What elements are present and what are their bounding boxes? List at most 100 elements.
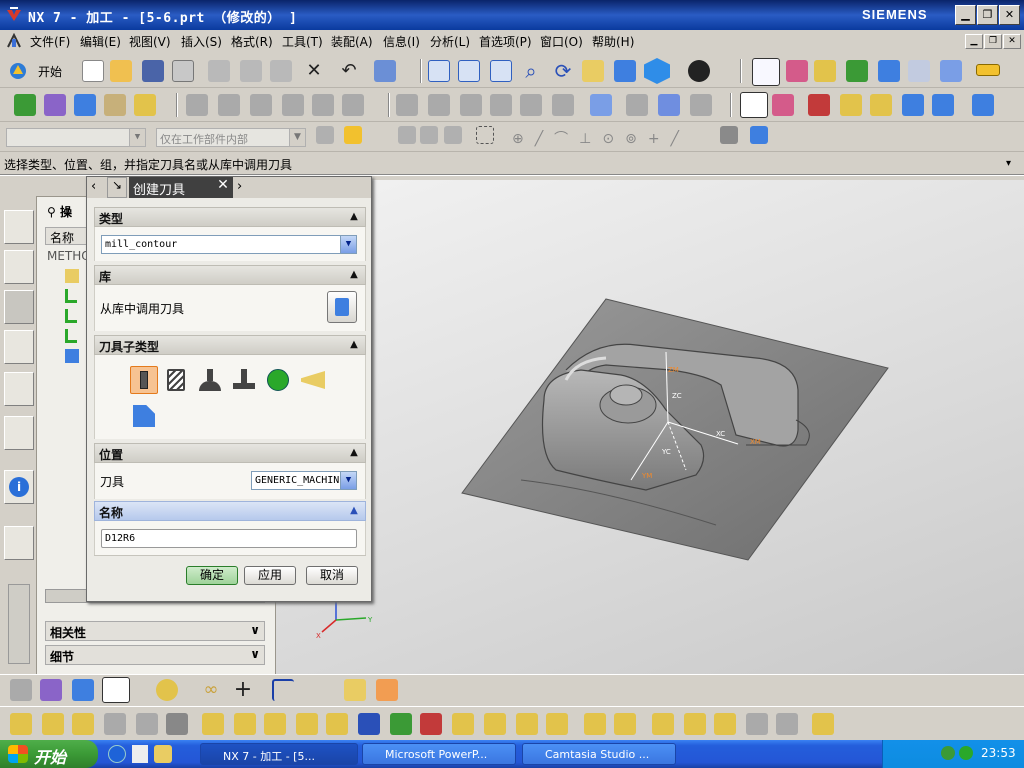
resource-operation-nav-icon[interactable] (4, 290, 34, 324)
feat-18-icon[interactable] (546, 713, 568, 735)
nav-details-panel[interactable]: 细节 ∨ (45, 645, 265, 665)
save-icon[interactable] (142, 60, 164, 82)
feat-9-icon[interactable] (264, 713, 286, 735)
new-file-icon[interactable] (82, 60, 104, 82)
section-subtype-header[interactable]: 刀具子类型 ▲ (94, 335, 366, 355)
filter-2-icon[interactable] (398, 126, 416, 144)
cut-icon[interactable] (208, 60, 230, 82)
op-tool-17-icon[interactable] (772, 94, 794, 116)
tool-parent-select[interactable]: GENERIC_MACHIN ▼ (251, 471, 357, 490)
resource-hd3d-icon[interactable] (4, 416, 34, 450)
geometry-icon[interactable] (74, 94, 96, 116)
feat-19-icon[interactable] (584, 713, 606, 735)
menu-info[interactable]: 信息(I) (383, 33, 420, 50)
feat-5-icon[interactable] (136, 713, 158, 735)
nav-related-panel[interactable]: 相关性 ∨ (45, 621, 265, 641)
subtype-mill-button[interactable] (130, 366, 158, 394)
op-tool-21-icon[interactable] (902, 94, 924, 116)
op-tool-5-icon[interactable] (312, 94, 334, 116)
filter-6-icon[interactable] (750, 126, 768, 144)
feat-26-icon[interactable] (812, 713, 834, 735)
tray-1-icon[interactable] (941, 746, 955, 760)
paste-icon[interactable] (270, 60, 292, 82)
bottom-tool-2-icon[interactable] (40, 679, 62, 701)
zoom-window-icon[interactable] (458, 60, 480, 82)
section-library-header[interactable]: 库 ▲ (94, 265, 366, 285)
program-icon[interactable] (14, 94, 36, 116)
print-icon[interactable] (172, 60, 194, 82)
nav-root-item[interactable]: METHO (47, 249, 91, 263)
op-tool-13-icon[interactable] (590, 94, 612, 116)
dialog-pin-icon[interactable]: ↘ (107, 177, 127, 198)
close-button[interactable]: ✕ (999, 5, 1020, 25)
feat-6-icon[interactable] (166, 713, 188, 735)
subtype-ball-mill-icon[interactable] (199, 369, 221, 391)
snap-point-icon[interactable] (344, 126, 362, 144)
point-icon[interactable]: + (232, 679, 254, 701)
task-nx[interactable]: NX 7 - 加工 - [5... (200, 743, 358, 765)
feat-22-icon[interactable] (684, 713, 706, 735)
perspective-icon[interactable] (614, 60, 636, 82)
view-orientation-icon[interactable] (688, 60, 710, 82)
op-tool-2-icon[interactable] (218, 94, 240, 116)
cancel-button[interactable]: 取消 (306, 566, 358, 585)
op-tool-1-icon[interactable] (186, 94, 208, 116)
op-tool-12-icon[interactable] (552, 94, 574, 116)
op-tool-22-icon[interactable] (932, 94, 954, 116)
menu-tools[interactable]: 工具(T) (282, 33, 323, 50)
section-name-header[interactable]: 名称 ▲ (94, 501, 366, 521)
menu-assembly[interactable]: 装配(A) (331, 33, 373, 50)
op-tool-9-icon[interactable] (460, 94, 482, 116)
select-icon[interactable] (908, 60, 930, 82)
snap-icons[interactable]: ⊕╱⌒⊥⊙⊚+╱ (512, 128, 690, 148)
doc-minimize-button[interactable]: ▁ (965, 34, 983, 49)
details-expand-icon[interactable]: ∨ (250, 647, 260, 661)
ok-button[interactable]: 确定 (186, 566, 238, 585)
tool-parent-dropdown-icon[interactable]: ▼ (340, 472, 356, 489)
prompt-options-icon[interactable]: ▾ (1006, 158, 1020, 170)
delete-icon[interactable]: ✕ (303, 60, 325, 82)
collapse-up-icon[interactable]: ▲ (345, 209, 363, 225)
nav-item-3-icon[interactable] (65, 329, 77, 343)
rotate-icon[interactable]: ⟳ (552, 60, 574, 82)
op-tool-11-icon[interactable] (520, 94, 542, 116)
section-location-header[interactable]: 位置 ▲ (94, 443, 366, 463)
type-dropdown-icon[interactable]: ▼ (340, 236, 356, 253)
minimize-button[interactable]: ▁ (955, 5, 976, 25)
feat-13-icon[interactable] (390, 713, 412, 735)
copy-icon[interactable] (240, 60, 262, 82)
feat-12-icon[interactable] (358, 713, 380, 735)
resource-constraint-nav-icon[interactable] (4, 250, 34, 284)
bottom-tool-1-icon[interactable] (10, 679, 32, 701)
quick-launch-2-icon[interactable] (132, 745, 148, 763)
resource-reuse-library-icon[interactable] (4, 372, 34, 406)
method-icon[interactable] (104, 94, 126, 116)
bottom-tool-5-icon[interactable] (156, 679, 178, 701)
link-icon[interactable]: ∞ (200, 679, 222, 701)
op-tool-4-icon[interactable] (282, 94, 304, 116)
restore-button[interactable]: ❐ (977, 5, 998, 25)
op-tool-10-icon[interactable] (490, 94, 512, 116)
menu-edit[interactable]: 编辑(E) (80, 33, 121, 50)
start-button[interactable]: 开始 (0, 740, 98, 768)
feat-17-icon[interactable] (516, 713, 538, 735)
feat-14-icon[interactable] (420, 713, 442, 735)
generate-toolpath-icon[interactable] (846, 60, 868, 82)
feat-25-icon[interactable] (776, 713, 798, 735)
filter-3-icon[interactable] (420, 126, 438, 144)
magnify-icon[interactable]: ⌕ (520, 60, 542, 82)
nav-item-1-icon[interactable] (65, 289, 77, 303)
op-tool-14-icon[interactable] (626, 94, 648, 116)
collapse-up-icon[interactable]: ▲ (345, 267, 363, 283)
tool-icon[interactable] (44, 94, 66, 116)
collapse-up-icon[interactable]: ▲ (345, 445, 363, 461)
bottom-tool-7-icon[interactable] (376, 679, 398, 701)
tool-name-input[interactable]: D12R6 (101, 529, 357, 548)
filter-1-icon[interactable] (316, 126, 334, 144)
part-model[interactable]: ZM ZC YC XM XC YM Z X Y (276, 180, 1024, 674)
dialog-titlebar[interactable]: ‹ ↘ 创建刀具 ✕ › (87, 177, 371, 198)
pan-icon[interactable] (582, 60, 604, 82)
op-tool-23-icon[interactable] (972, 94, 994, 116)
op-tool-16-icon[interactable] (690, 94, 712, 116)
filter-4-icon[interactable] (444, 126, 462, 144)
